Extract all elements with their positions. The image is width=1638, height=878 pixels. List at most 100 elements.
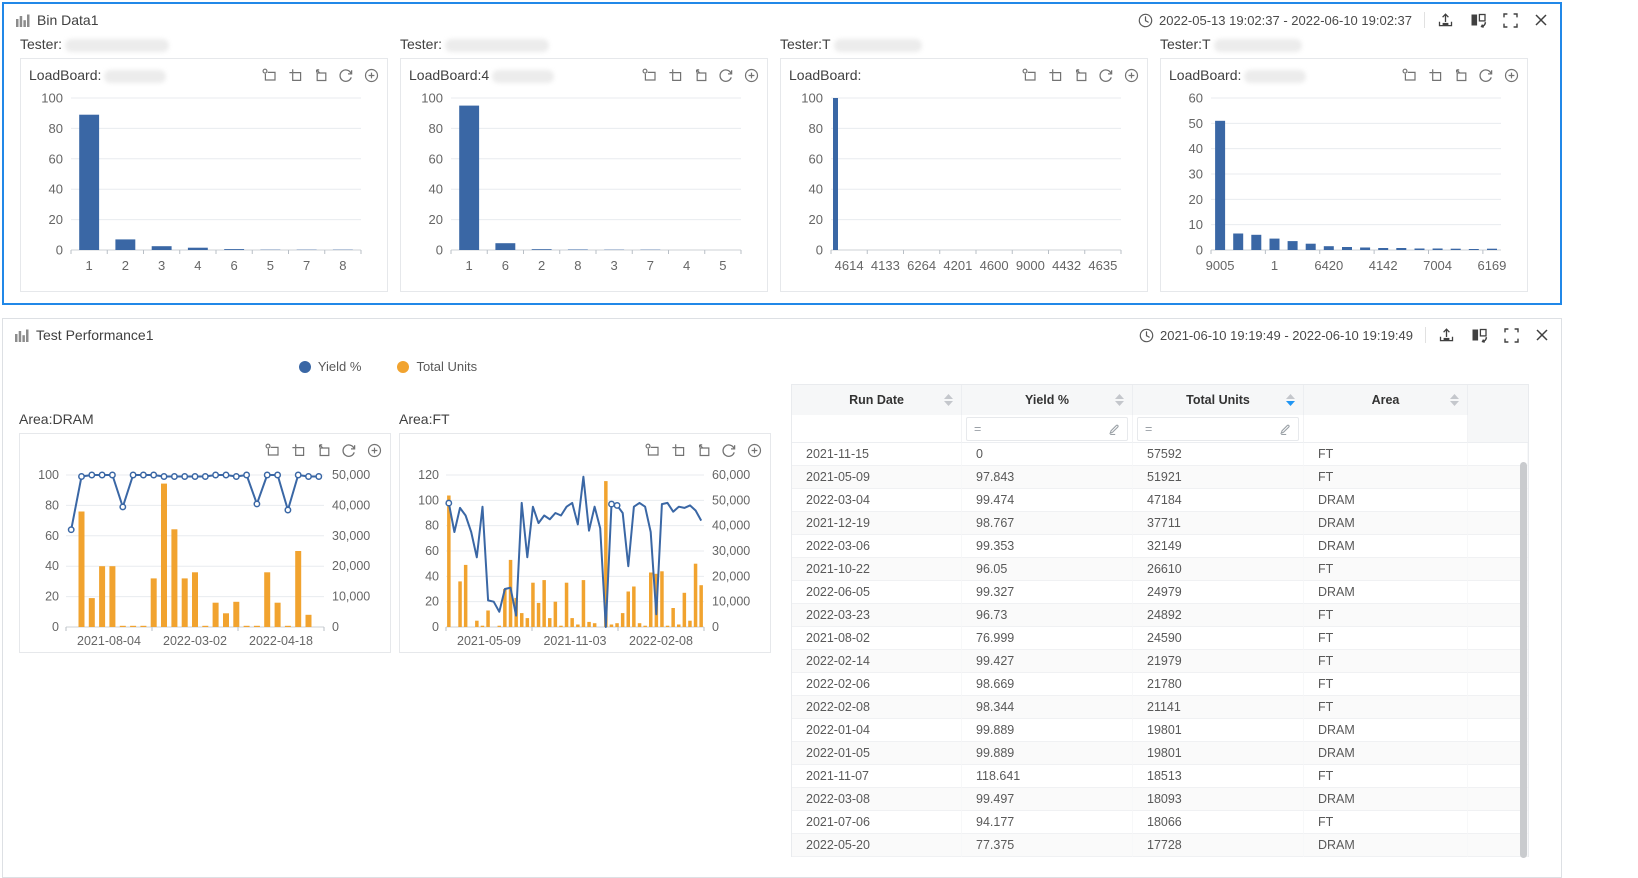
zoom-in-box-icon[interactable] bbox=[671, 443, 685, 457]
switch-view-icon[interactable] bbox=[1471, 327, 1488, 343]
column-header-area[interactable]: Area bbox=[1304, 385, 1468, 415]
svg-text:40: 40 bbox=[49, 182, 63, 197]
close-icon[interactable] bbox=[1534, 13, 1548, 27]
add-icon[interactable] bbox=[747, 443, 762, 458]
bin-bar-chart-canvas[interactable]: 02040608010012346578 bbox=[21, 88, 373, 288]
zoom-back-icon[interactable] bbox=[696, 443, 710, 457]
table-cell: 2021-11-15 bbox=[792, 443, 962, 466]
sort-caret-down-icon[interactable] bbox=[1115, 401, 1124, 406]
svg-text:20: 20 bbox=[425, 595, 439, 609]
bin-bar-chart-canvas[interactable]: 0204060801004614413362644201460090004432… bbox=[781, 88, 1133, 288]
column-header-run-date[interactable]: Run Date bbox=[792, 385, 962, 415]
svg-text:4133: 4133 bbox=[871, 258, 900, 273]
add-icon[interactable] bbox=[1504, 68, 1519, 83]
time-range: 2021-06-10 19:19:49 - 2022-06-10 19:19:4… bbox=[1160, 328, 1413, 343]
zoom-in-box-icon[interactable] bbox=[668, 68, 682, 82]
zoom-back-icon[interactable] bbox=[1073, 68, 1087, 82]
bin-panel-header: Bin Data1 2022-05-13 19:02:37 - 2022-06-… bbox=[4, 4, 1560, 36]
table-cell: 21141 bbox=[1133, 696, 1304, 719]
bin-bar-chart-canvas[interactable]: 0102030405060900516420414270046169 bbox=[1161, 88, 1513, 288]
time-range: 2022-05-13 19:02:37 - 2022-06-10 19:02:3… bbox=[1159, 13, 1412, 28]
filter-cell: = bbox=[1133, 415, 1304, 443]
export-icon[interactable] bbox=[1438, 327, 1455, 343]
sort-caret-up-icon[interactable] bbox=[1450, 394, 1459, 399]
sorter bbox=[1115, 394, 1124, 406]
refresh-icon[interactable] bbox=[1098, 68, 1113, 83]
zoom-back-icon[interactable] bbox=[313, 68, 327, 82]
table-cell-spacer bbox=[1468, 811, 1528, 834]
table-cell: 21780 bbox=[1133, 673, 1304, 696]
table-cell: 17728 bbox=[1133, 834, 1304, 857]
zoom-back-icon[interactable] bbox=[693, 68, 707, 82]
legend-item[interactable]: Total Units bbox=[397, 359, 477, 374]
zoom-in-box-icon[interactable] bbox=[291, 443, 305, 457]
sort-caret-down-icon[interactable] bbox=[1286, 401, 1295, 406]
pencil-icon[interactable] bbox=[1108, 423, 1120, 435]
refresh-icon[interactable] bbox=[721, 443, 736, 458]
sort-caret-up-icon[interactable] bbox=[1286, 394, 1295, 399]
table-scrollbar[interactable] bbox=[1520, 462, 1527, 858]
sort-caret-down-icon[interactable] bbox=[1450, 401, 1459, 406]
table-cell: FT bbox=[1304, 696, 1468, 719]
svg-text:4: 4 bbox=[683, 258, 690, 273]
divider bbox=[1424, 12, 1425, 28]
svg-text:6420: 6420 bbox=[1314, 258, 1343, 273]
table-cell: 2022-02-08 bbox=[792, 696, 962, 719]
box-select-icon[interactable] bbox=[265, 443, 280, 457]
svg-text:1: 1 bbox=[86, 258, 93, 273]
refresh-icon[interactable] bbox=[718, 68, 733, 83]
box-select-icon[interactable] bbox=[645, 443, 660, 457]
legend-item[interactable]: Yield % bbox=[299, 359, 362, 374]
zoom-in-box-icon[interactable] bbox=[1428, 68, 1442, 82]
svg-text:4432: 4432 bbox=[1052, 258, 1081, 273]
tester-label: Tester:T bbox=[1160, 36, 1528, 58]
filter-input[interactable]: = bbox=[966, 417, 1128, 441]
box-select-icon[interactable] bbox=[1402, 68, 1417, 82]
close-icon[interactable] bbox=[1535, 328, 1549, 342]
svg-text:7: 7 bbox=[647, 258, 654, 273]
svg-text:2021-05-09: 2021-05-09 bbox=[457, 634, 521, 648]
column-header-total-units[interactable]: Total Units bbox=[1133, 385, 1304, 415]
combo-chart-canvas[interactable]: 002010,0004020,0006030,0008040,00010050,… bbox=[400, 463, 762, 655]
sort-caret-up-icon[interactable] bbox=[944, 394, 953, 399]
combo-chart-canvas[interactable]: 002010,0004020,0006030,0008040,00010050,… bbox=[20, 463, 382, 655]
loadboard-label: LoadBoard: bbox=[1169, 67, 1306, 83]
box-select-icon[interactable] bbox=[642, 68, 657, 82]
zoom-back-icon[interactable] bbox=[1453, 68, 1467, 82]
filter-operator: = bbox=[1145, 422, 1152, 436]
add-icon[interactable] bbox=[744, 68, 759, 83]
refresh-icon[interactable] bbox=[1478, 68, 1493, 83]
box-select-icon[interactable] bbox=[262, 68, 277, 82]
pencil-icon[interactable] bbox=[1279, 423, 1291, 435]
table-row: 2022-06-0599.32724979DRAM bbox=[792, 581, 1528, 604]
fullscreen-icon[interactable] bbox=[1503, 13, 1518, 28]
zoom-back-icon[interactable] bbox=[316, 443, 330, 457]
add-icon[interactable] bbox=[1124, 68, 1139, 83]
refresh-icon[interactable] bbox=[341, 443, 356, 458]
column-header-yield-[interactable]: Yield % bbox=[962, 385, 1133, 415]
fullscreen-icon[interactable] bbox=[1504, 328, 1519, 343]
table-cell: 2022-01-05 bbox=[792, 742, 962, 765]
svg-text:6169: 6169 bbox=[1477, 258, 1506, 273]
table-cell: 32149 bbox=[1133, 535, 1304, 558]
table-cell: 99.353 bbox=[962, 535, 1133, 558]
add-icon[interactable] bbox=[364, 68, 379, 83]
bin-bar-chart-canvas[interactable]: 02040608010016283745 bbox=[401, 88, 753, 288]
svg-text:0: 0 bbox=[56, 243, 63, 258]
switch-view-icon[interactable] bbox=[1470, 12, 1487, 28]
sort-caret-up-icon[interactable] bbox=[1115, 394, 1124, 399]
svg-text:40: 40 bbox=[429, 182, 443, 197]
svg-text:8: 8 bbox=[339, 258, 346, 273]
add-icon[interactable] bbox=[367, 443, 382, 458]
table-row: 2022-02-1499.42721979FT bbox=[792, 650, 1528, 673]
zoom-in-box-icon[interactable] bbox=[288, 68, 302, 82]
sort-caret-down-icon[interactable] bbox=[944, 401, 953, 406]
filter-input[interactable]: = bbox=[1137, 417, 1299, 441]
export-icon[interactable] bbox=[1437, 12, 1454, 28]
box-select-icon[interactable] bbox=[1022, 68, 1037, 82]
bin-chart-group: Tester:TLoadBoard:0204060801004614413362… bbox=[780, 36, 1148, 292]
refresh-icon[interactable] bbox=[338, 68, 353, 83]
table-row: 2021-08-0276.99924590FT bbox=[792, 627, 1528, 650]
table-cell: 18066 bbox=[1133, 811, 1304, 834]
zoom-in-box-icon[interactable] bbox=[1048, 68, 1062, 82]
